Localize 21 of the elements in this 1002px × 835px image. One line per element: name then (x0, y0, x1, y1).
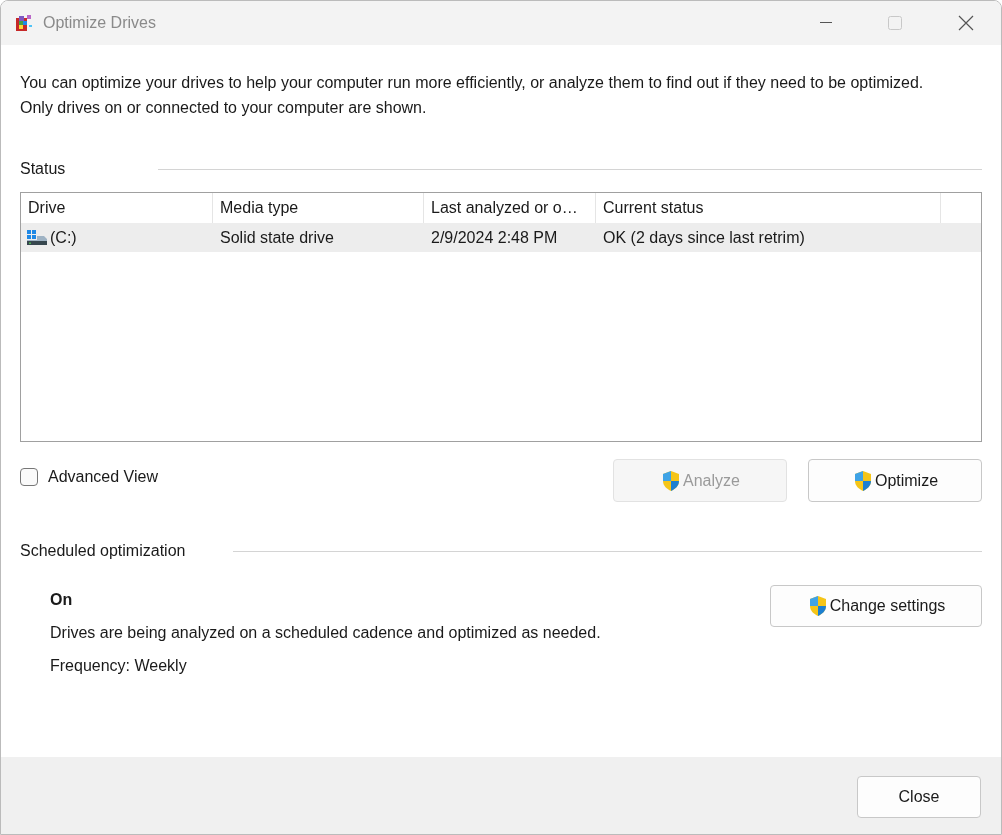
table-cell: Solid state drive (220, 228, 334, 247)
minimize-icon[interactable] (820, 22, 832, 24)
close-icon[interactable] (958, 15, 974, 31)
drive-icon (26, 228, 48, 247)
window-title: Optimize Drives (43, 14, 156, 32)
table-cell: OK (2 days since last retrim) (603, 228, 805, 247)
app-icon (14, 13, 34, 33)
action-button[interactable]: Optimize (808, 459, 982, 502)
section-heading: Status (20, 160, 67, 178)
schedule-state: On (50, 591, 74, 609)
drive-row[interactable]: (C:) Solid state drive 2/9/2024 2:48 PM OK (2 days since last retrim) (21, 223, 981, 252)
maximize-icon (888, 16, 902, 30)
close-button[interactable]: Close (857, 776, 981, 818)
frequency-text: Frequency: Weekly (50, 657, 188, 675)
advanced-view-checkbox[interactable]: Advanced View (20, 463, 158, 491)
schedule-description: Drives are being analyzed on a scheduled cadence and optimized as needed. (50, 624, 601, 642)
table-cell: (C:) (50, 228, 77, 247)
section-heading: Scheduled optimization (20, 542, 187, 560)
change-settings-button[interactable]: Change settings (770, 585, 982, 627)
description-text: You can optimize your drives to help your computer run more efficiently, or analyze them to find out if they need to be optimized. Only drives on or connected to your computer are shown. (20, 73, 925, 118)
table-cell: 2/9/2024 2:48 PM (431, 228, 558, 247)
